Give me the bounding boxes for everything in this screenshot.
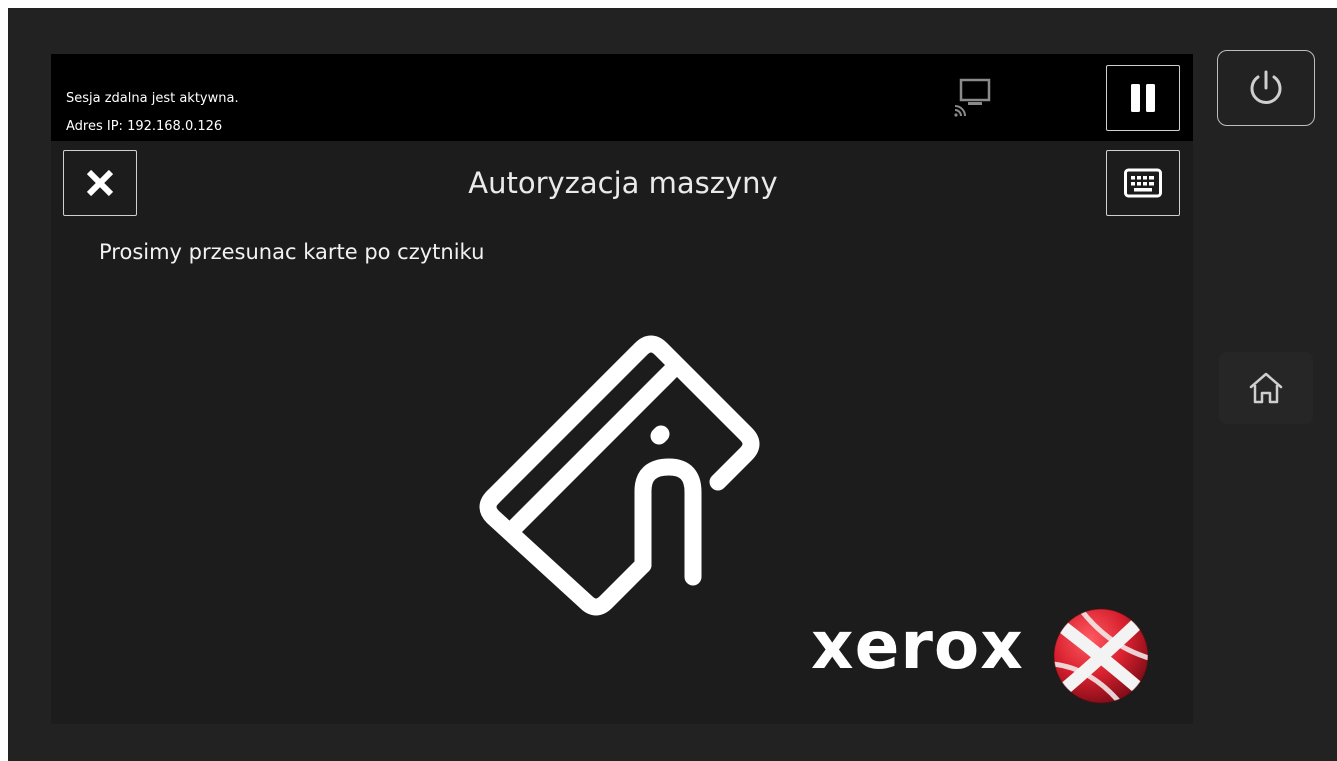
home-icon <box>1249 372 1283 404</box>
close-button[interactable] <box>63 150 137 216</box>
dialog-title: Autoryzacja maszyny <box>468 166 778 200</box>
power-button[interactable] <box>1217 50 1315 126</box>
close-icon <box>86 169 114 197</box>
touch-screen: Sesja zdalna jest aktywna. Adres IP: 192… <box>51 54 1193 724</box>
card-swipe-icon <box>479 335 760 616</box>
remote-session-status: Sesja zdalna jest aktywna. <box>66 91 239 106</box>
xerox-wordmark: xerox <box>811 607 1024 684</box>
ip-address: Adres IP: 192.168.0.126 <box>66 119 223 134</box>
status-bar: Sesja zdalna jest aktywna. Adres IP: 192… <box>51 54 1193 141</box>
pause-icon <box>1131 84 1155 112</box>
xerox-logo-icon <box>1053 608 1149 704</box>
pause-button[interactable] <box>1106 65 1180 131</box>
instruction-text: Prosimy przesunac karte po czytniku <box>99 240 485 264</box>
remote-session-icon <box>954 78 991 117</box>
home-button[interactable] <box>1219 352 1313 424</box>
keyboard-icon <box>1124 168 1162 198</box>
keyboard-button[interactable] <box>1106 150 1180 216</box>
power-icon <box>1250 70 1282 104</box>
